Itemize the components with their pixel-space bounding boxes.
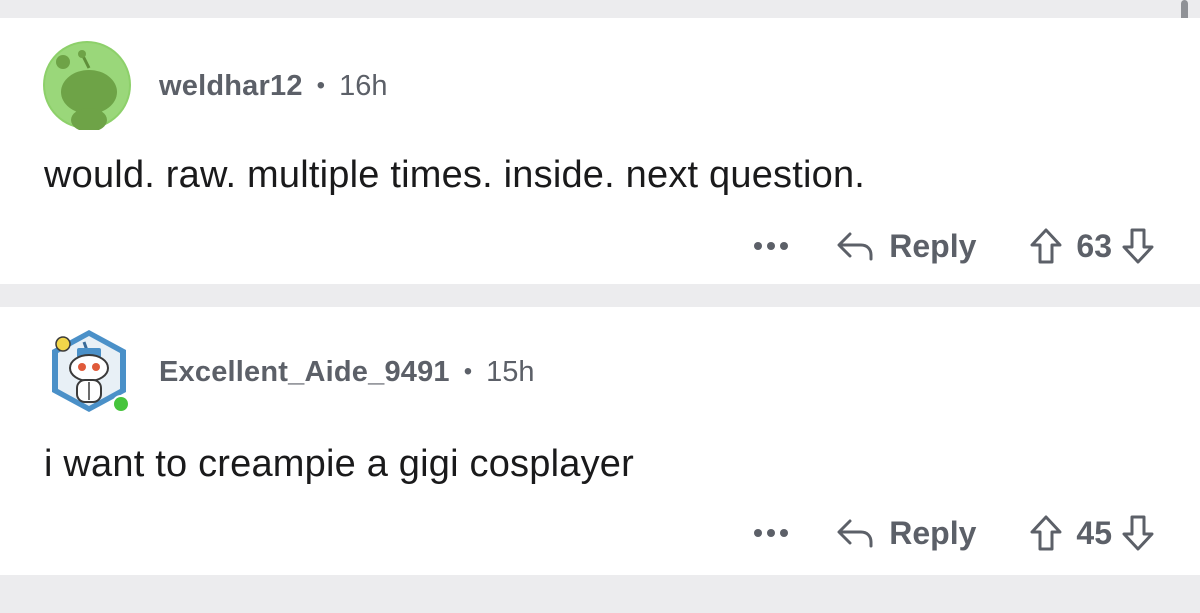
reply-label: Reply [889, 227, 977, 264]
vote-score: 63 [1076, 227, 1112, 264]
downvote-button[interactable] [1120, 226, 1156, 266]
upvote-arrow-icon [1030, 515, 1062, 551]
comment-meta: weldhar12 • 16h [159, 66, 387, 106]
more-options-button[interactable] [751, 226, 791, 266]
downvote-button[interactable] [1120, 513, 1156, 553]
comment-body: i want to creampie a gigi cosplayer [44, 443, 634, 485]
user-avatar[interactable] [44, 326, 134, 416]
comment-body: would. raw. multiple times. inside. next… [44, 154, 866, 196]
upvote-arrow-icon [1030, 228, 1062, 264]
reply-label: Reply [889, 514, 977, 551]
upvote-button[interactable] [1028, 226, 1064, 266]
reply-arrow-icon [837, 519, 873, 548]
username[interactable]: weldhar12 [159, 70, 303, 103]
comment-card: weldhar12 • 16h would. raw. multiple tim… [0, 18, 1200, 284]
downvote-arrow-icon [1122, 515, 1154, 551]
snoo-green-avatar-icon [43, 41, 131, 132]
reply-button[interactable]: Reply [835, 228, 976, 265]
comment-card: Excellent_Aide_9491 • 15h i want to crea… [0, 307, 1200, 575]
separator-dot: • [316, 72, 326, 99]
user-avatar[interactable] [42, 40, 132, 132]
downvote-arrow-icon [1122, 228, 1154, 264]
username[interactable]: Excellent_Aide_9491 [159, 356, 450, 389]
vote-controls: 63 [1028, 226, 1156, 266]
more-dots-icon [754, 242, 789, 250]
reply-arrow-icon [837, 232, 873, 261]
online-status-icon [114, 397, 128, 411]
vote-controls: 45 [1028, 513, 1156, 553]
timestamp: 16h [339, 69, 388, 102]
comment-actions: Reply 63 [751, 223, 1156, 269]
reply-button[interactable]: Reply [835, 515, 976, 552]
more-options-button[interactable] [751, 513, 791, 553]
upvote-button[interactable] [1028, 513, 1064, 553]
separator-dot: • [463, 358, 473, 385]
comment-actions: Reply 45 [751, 510, 1156, 556]
timestamp: 15h [486, 355, 535, 388]
vote-score: 45 [1076, 514, 1112, 551]
more-dots-icon [754, 529, 789, 537]
comment-meta: Excellent_Aide_9491 • 15h [159, 352, 535, 392]
snoo-hexagon-avatar-icon [52, 330, 130, 413]
